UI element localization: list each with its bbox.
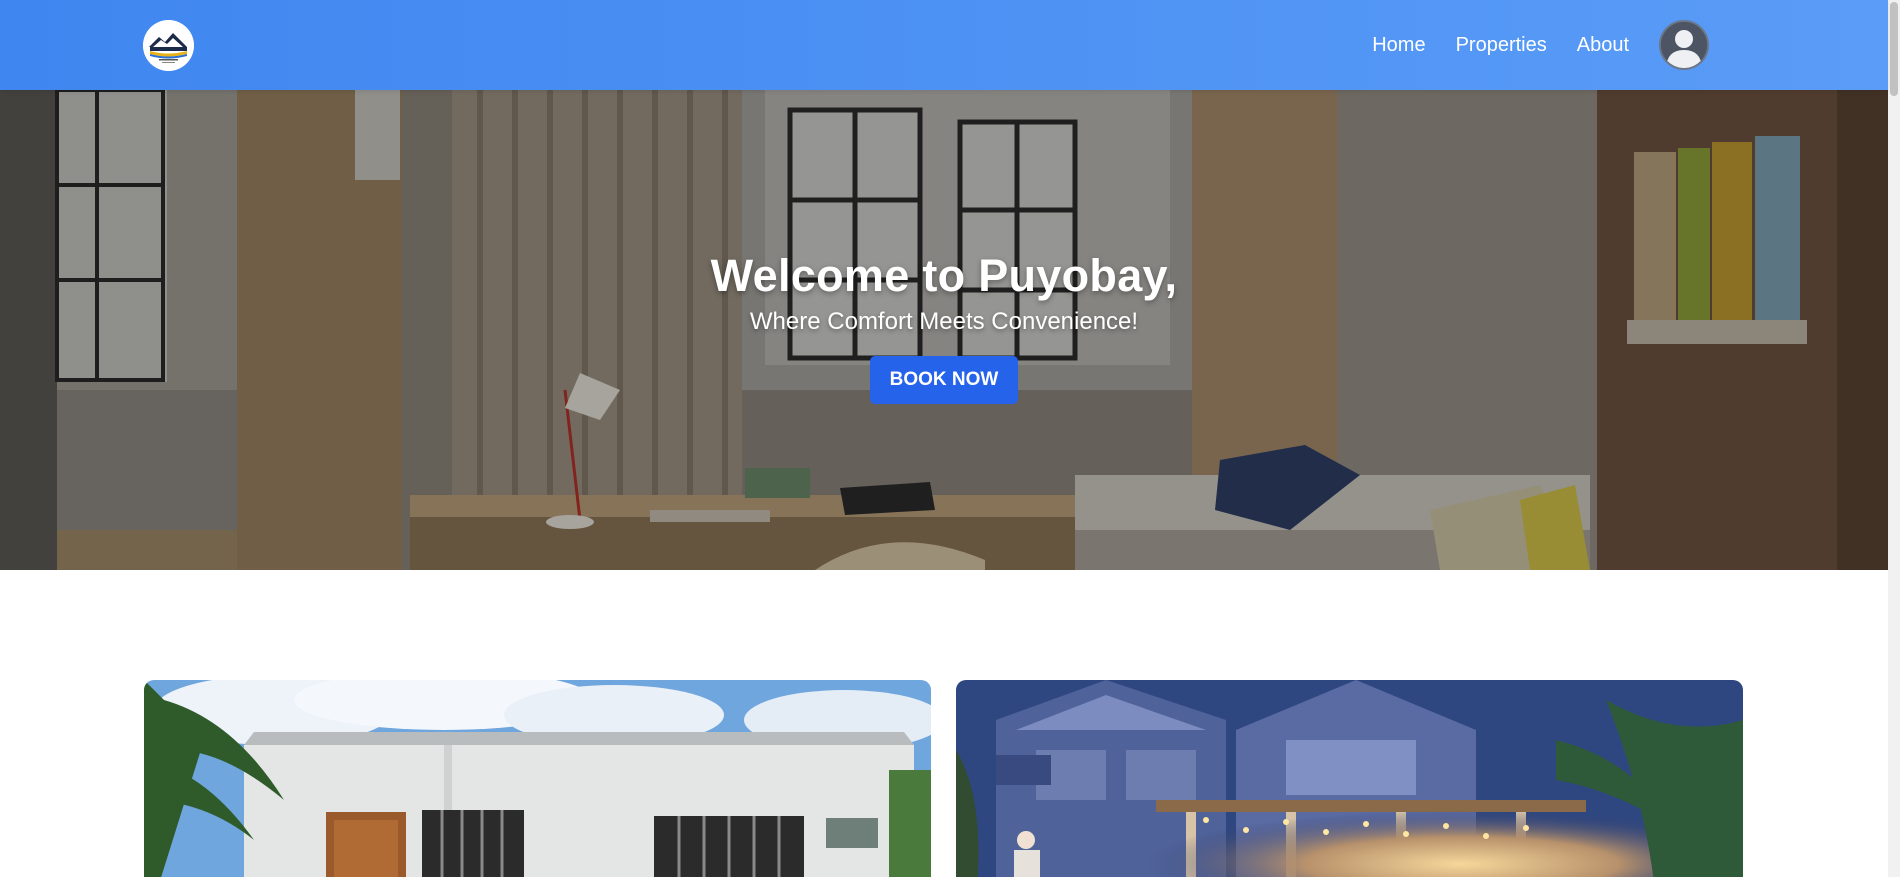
property-photo-daytime-house (144, 680, 931, 877)
property-photo-evening-house (956, 680, 1743, 877)
property-card-1[interactable] (144, 680, 931, 877)
puyobay-logo-icon[interactable] (143, 20, 194, 71)
nav-about-link[interactable]: About (1577, 34, 1629, 57)
scrollbar-thumb[interactable] (1890, 2, 1898, 96)
hero-banner: Welcome to Puyobay, Where Comfort Meets … (0, 90, 1888, 570)
hero-subtitle: Where Comfort Meets Convenience! (749, 308, 1139, 335)
navbar: Home Properties About (0, 0, 1888, 90)
user-avatar-icon[interactable] (1659, 20, 1709, 70)
book-now-button[interactable]: BOOK NOW (869, 356, 1019, 404)
nav-properties-link[interactable]: Properties (1456, 34, 1547, 57)
property-card-2[interactable] (956, 680, 1743, 877)
main-nav: Home Properties About (1372, 0, 1709, 90)
hero-content: Welcome to Puyobay, Where Comfort Meets … (0, 250, 1888, 404)
page-scrollbar[interactable] (1888, 0, 1900, 877)
page: Home Properties About Welcome to Puyobay… (0, 0, 1900, 877)
hero-title: Welcome to Puyobay, (710, 250, 1178, 301)
nav-home-link[interactable]: Home (1372, 34, 1425, 57)
